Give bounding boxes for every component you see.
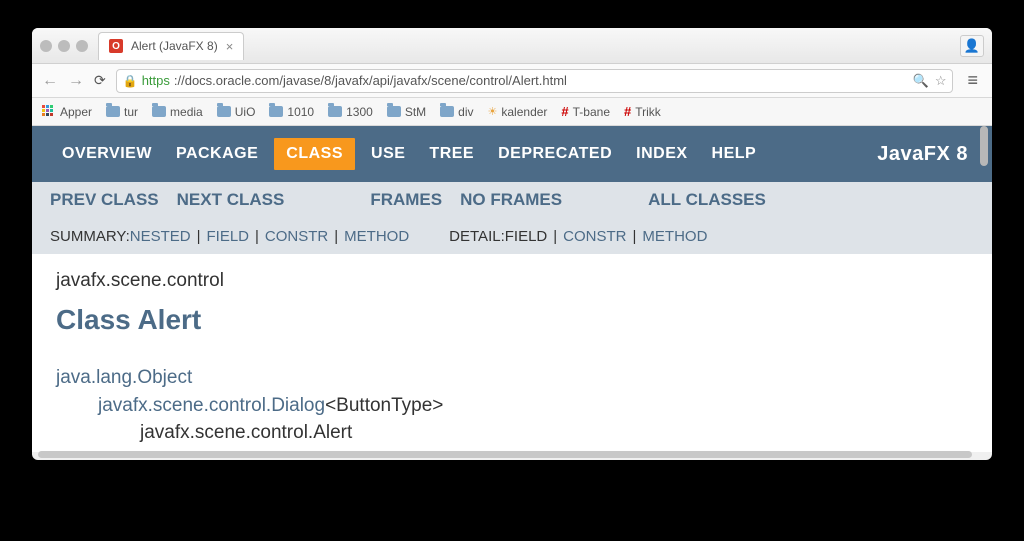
frames-link[interactable]: FRAMES bbox=[370, 190, 442, 210]
all-classes-link[interactable]: ALL CLASSES bbox=[648, 190, 766, 210]
bookmark-apps[interactable]: Apper bbox=[42, 105, 92, 119]
close-window-icon[interactable] bbox=[40, 40, 52, 52]
oracle-favicon-icon: O bbox=[109, 39, 123, 53]
back-button[interactable]: ← bbox=[42, 72, 58, 90]
toolbar: ← → ⟳ 🔒 https ://docs.oracle.com/javase/… bbox=[32, 64, 992, 98]
address-bar[interactable]: 🔒 https ://docs.oracle.com/javase/8/java… bbox=[116, 69, 954, 93]
prev-class-link[interactable]: PREV CLASS bbox=[50, 190, 159, 210]
bookmark-trikk[interactable]: # Trikk bbox=[624, 104, 661, 119]
javadoc-topnav: OVERVIEW PACKAGE CLASS USE TREE DEPRECAT… bbox=[32, 126, 992, 182]
sun-icon: ☀ bbox=[488, 105, 498, 118]
class-title: Class Alert bbox=[56, 304, 968, 336]
javadoc-subnav: PREV CLASS NEXT CLASS FRAMES NO FRAMES A… bbox=[32, 182, 992, 254]
nav-index[interactable]: INDEX bbox=[624, 126, 699, 182]
bookmark-folder[interactable]: StM bbox=[387, 105, 426, 119]
tab-title: Alert (JavaFX 8) bbox=[131, 39, 218, 53]
no-frames-link[interactable]: NO FRAMES bbox=[460, 190, 562, 210]
user-icon: 👤 bbox=[964, 38, 980, 54]
summary-field-link[interactable]: FIELD bbox=[207, 228, 250, 245]
next-class-link[interactable]: NEXT CLASS bbox=[177, 190, 285, 210]
browser-tab[interactable]: O Alert (JavaFX 8) × bbox=[98, 32, 244, 60]
detail-label: DETAIL: bbox=[449, 228, 505, 245]
url-scheme: https bbox=[142, 73, 170, 88]
nav-package[interactable]: PACKAGE bbox=[164, 126, 270, 182]
browser-window: O Alert (JavaFX 8) × 👤 ← → ⟳ 🔒 https ://… bbox=[32, 28, 992, 460]
bookmark-folder[interactable]: 1010 bbox=[269, 105, 314, 119]
bookmark-label: div bbox=[458, 105, 473, 119]
vertical-scrollbar[interactable] bbox=[980, 126, 988, 166]
folder-icon bbox=[440, 106, 454, 117]
folder-icon bbox=[106, 106, 120, 117]
bookmark-label: media bbox=[170, 105, 203, 119]
bookmark-tbane[interactable]: # T-bane bbox=[561, 104, 610, 119]
bookmark-folder[interactable]: media bbox=[152, 105, 203, 119]
hierarchy-dialog-link[interactable]: javafx.scene.control.Dialog bbox=[98, 395, 325, 416]
folder-icon bbox=[269, 106, 283, 117]
bookmark-label: UiO bbox=[235, 105, 256, 119]
bookmark-label: Apper bbox=[60, 105, 92, 119]
hamburger-menu-icon[interactable]: ≡ bbox=[963, 70, 982, 91]
reload-button[interactable]: ⟳ bbox=[94, 72, 106, 89]
horizontal-scrollbar[interactable] bbox=[38, 451, 972, 458]
folder-icon bbox=[152, 106, 166, 117]
hash-icon: # bbox=[624, 104, 631, 119]
summary-nested-link[interactable]: NESTED bbox=[130, 228, 191, 245]
minimize-window-icon[interactable] bbox=[58, 40, 70, 52]
maximize-window-icon[interactable] bbox=[76, 40, 88, 52]
nav-tree[interactable]: TREE bbox=[417, 126, 486, 182]
bookmark-label: kalender bbox=[501, 105, 547, 119]
hierarchy-object-link[interactable]: java.lang.Object bbox=[56, 367, 192, 388]
nav-help[interactable]: HELP bbox=[700, 126, 769, 182]
hierarchy-current-class: javafx.scene.control.Alert bbox=[56, 419, 968, 447]
javadoc-body: javafx.scene.control Class Alert java.la… bbox=[32, 254, 992, 452]
lock-icon: 🔒 bbox=[123, 74, 138, 88]
detail-method-link[interactable]: METHOD bbox=[642, 228, 707, 245]
bookmark-label: StM bbox=[405, 105, 426, 119]
titlebar: O Alert (JavaFX 8) × 👤 bbox=[32, 28, 992, 64]
bookmark-folder[interactable]: 1300 bbox=[328, 105, 373, 119]
bookmark-kalender[interactable]: ☀kalender bbox=[488, 105, 548, 119]
bookmark-label: tur bbox=[124, 105, 138, 119]
package-path: javafx.scene.control bbox=[56, 270, 968, 292]
nav-class[interactable]: CLASS bbox=[274, 138, 355, 170]
search-in-url-icon[interactable]: 🔍 bbox=[913, 73, 929, 89]
folder-icon bbox=[217, 106, 231, 117]
hash-icon: # bbox=[561, 104, 568, 119]
folder-icon bbox=[387, 106, 401, 117]
bookmark-folder[interactable]: tur bbox=[106, 105, 138, 119]
bookmark-folder[interactable]: div bbox=[440, 105, 473, 119]
bookmarks-bar: Apper tur media UiO 1010 1300 StM div ☀k… bbox=[32, 98, 992, 126]
summary-method-link[interactable]: METHOD bbox=[344, 228, 409, 245]
url-path: ://docs.oracle.com/javase/8/javafx/api/j… bbox=[174, 73, 567, 88]
bookmark-label: Trikk bbox=[635, 105, 661, 119]
detail-field-text: FIELD bbox=[505, 228, 548, 245]
summary-label: SUMMARY: bbox=[50, 228, 130, 245]
nav-deprecated[interactable]: DEPRECATED bbox=[486, 126, 624, 182]
nav-overview[interactable]: OVERVIEW bbox=[50, 126, 164, 182]
detail-constr-link[interactable]: CONSTR bbox=[563, 228, 626, 245]
page-content: OVERVIEW PACKAGE CLASS USE TREE DEPRECAT… bbox=[32, 126, 992, 452]
apps-grid-icon bbox=[42, 105, 56, 119]
hierarchy-generic-text: <ButtonType> bbox=[325, 395, 443, 416]
nav-use[interactable]: USE bbox=[359, 126, 417, 182]
brand-label: JavaFX 8 bbox=[877, 143, 974, 166]
close-tab-icon[interactable]: × bbox=[226, 39, 234, 54]
summary-constr-link[interactable]: CONSTR bbox=[265, 228, 328, 245]
bookmark-star-icon[interactable]: ☆ bbox=[935, 73, 947, 89]
bookmark-label: 1010 bbox=[287, 105, 314, 119]
profile-button[interactable]: 👤 bbox=[960, 35, 984, 57]
window-controls[interactable] bbox=[40, 40, 88, 52]
folder-icon bbox=[328, 106, 342, 117]
forward-button[interactable]: → bbox=[68, 72, 84, 90]
class-hierarchy: java.lang.Object javafx.scene.control.Di… bbox=[56, 364, 968, 447]
bookmark-label: 1300 bbox=[346, 105, 373, 119]
bookmark-label: T-bane bbox=[573, 105, 610, 119]
bookmark-folder[interactable]: UiO bbox=[217, 105, 256, 119]
